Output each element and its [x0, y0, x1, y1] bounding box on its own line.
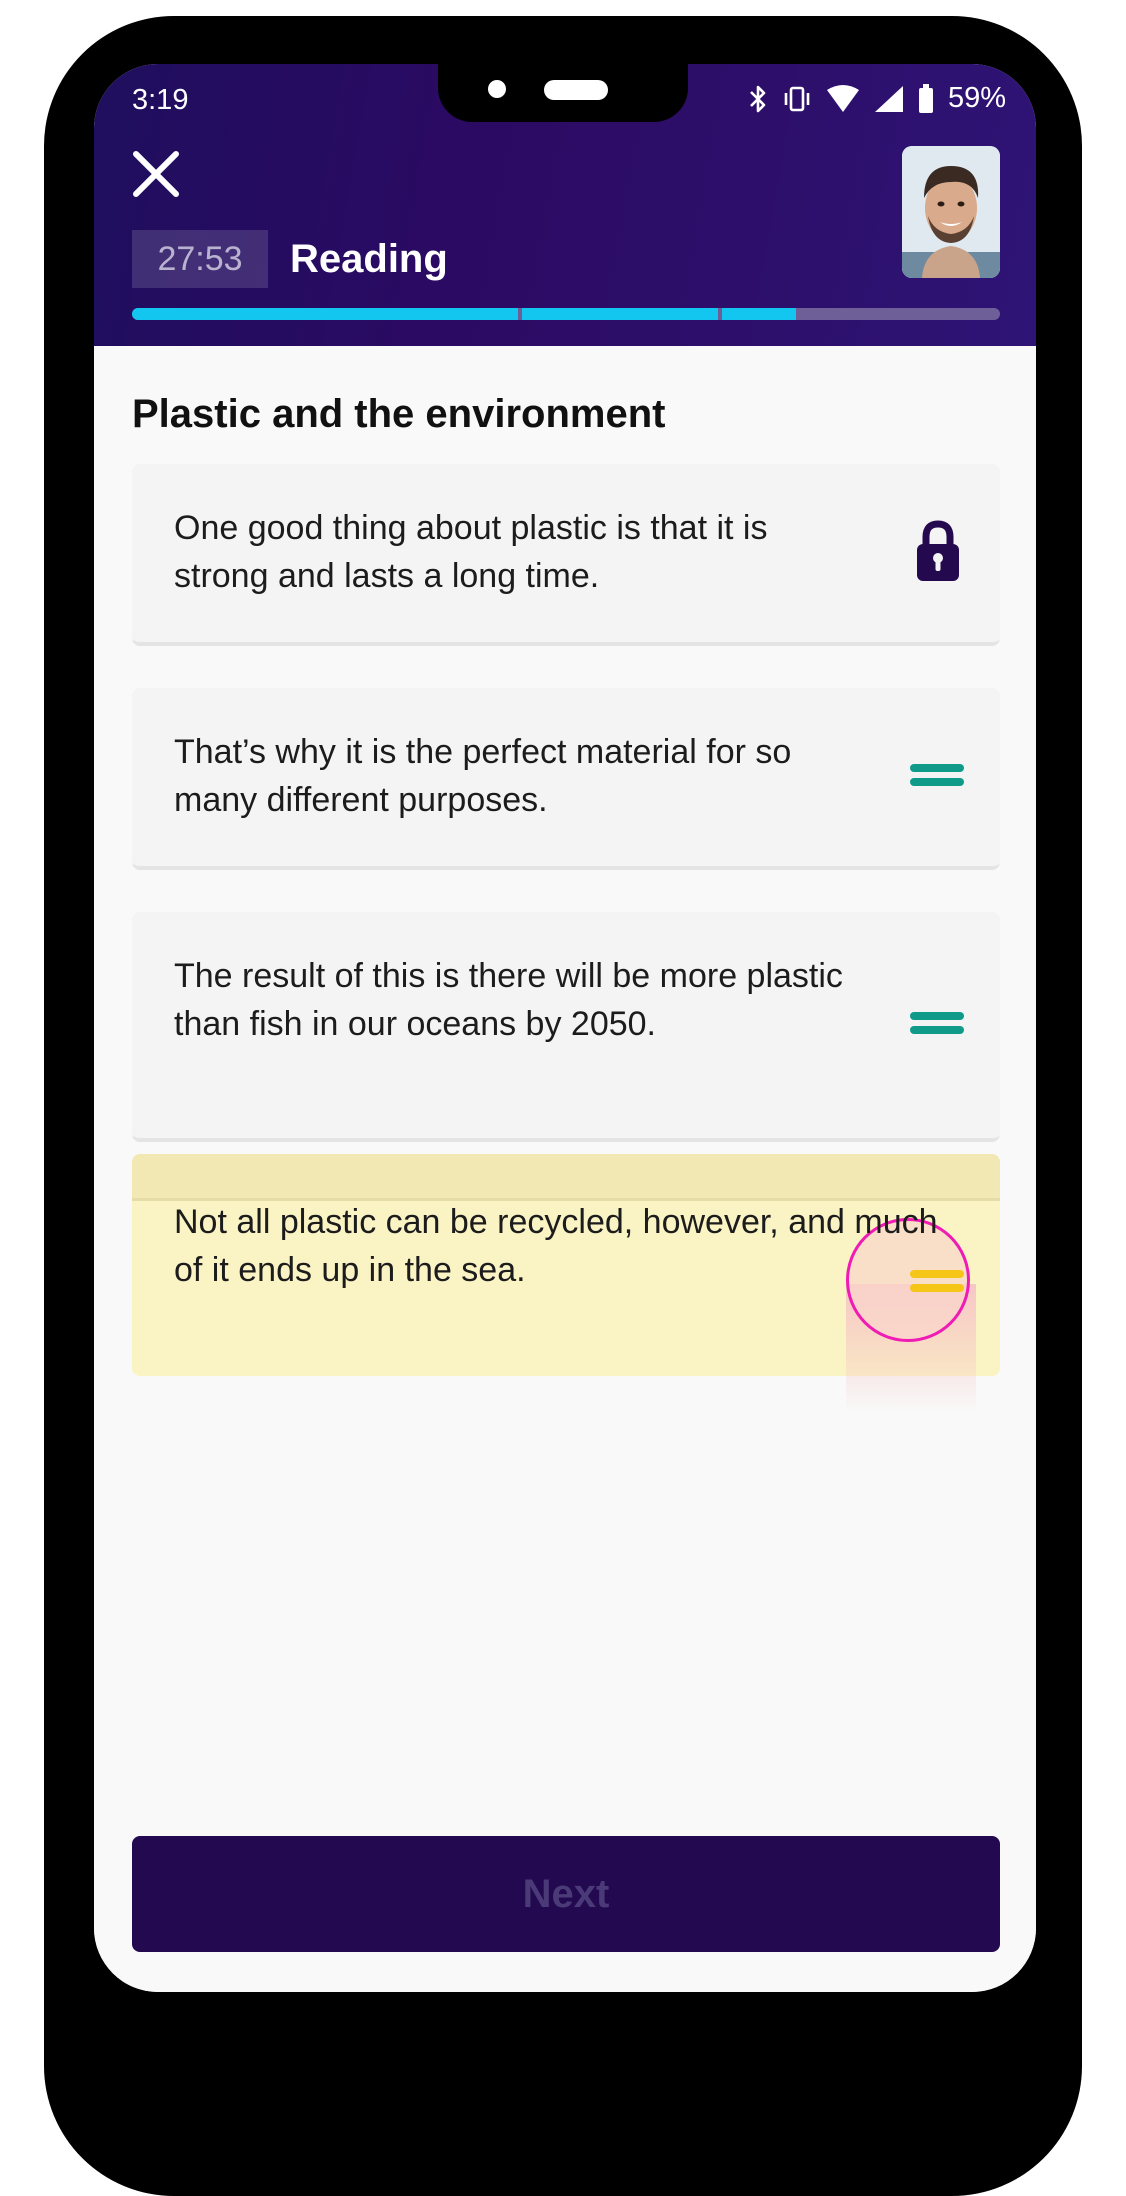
- bluetooth-icon: [750, 85, 766, 112]
- battery-icon: [918, 83, 933, 113]
- sentence-card[interactable]: That’s why it is the perfect material fo…: [132, 688, 1000, 870]
- signal-icon: [874, 85, 903, 112]
- camera-notch: [438, 64, 688, 122]
- drop-placeholder: [132, 1154, 1000, 1201]
- close-icon[interactable]: [130, 148, 182, 200]
- status-icons: 59%: [748, 82, 1006, 115]
- avatar[interactable]: [902, 146, 1000, 278]
- progress-segment: [132, 308, 518, 320]
- sentence-card-locked: One good thing about plastic is that it …: [132, 464, 1000, 646]
- sentence-text-dragging: Not all plastic can be recycled, however…: [174, 1203, 938, 1289]
- phone-frame: 3:19 59% 27:53 Reading Plastic and the e…: [44, 16, 1082, 2196]
- phone-screen: 3:19 59% 27:53 Reading Plastic and the e…: [94, 64, 1036, 1992]
- wifi-icon: [826, 84, 859, 112]
- battery-percent: 59%: [947, 82, 1006, 114]
- countdown-timer: 27:53: [132, 230, 268, 288]
- header-bar: 3:19 59% 27:53 Reading: [94, 64, 1036, 346]
- sentence-text: One good thing about plastic is that it …: [174, 509, 768, 595]
- next-button[interactable]: Next: [132, 1836, 1000, 1952]
- sentence-text: The result of this is there will be more…: [174, 957, 843, 1043]
- vibrate-icon: [784, 86, 810, 111]
- camera-dot: [488, 80, 506, 98]
- passage-title: Plastic and the environment: [132, 392, 666, 436]
- speaker-pill: [544, 80, 608, 100]
- sentence-card[interactable]: The result of this is there will be more…: [132, 912, 1000, 1142]
- avatar-photo-icon: [902, 146, 1000, 278]
- status-time: 3:19: [132, 84, 189, 116]
- reading-content: Plastic and the environment One good thi…: [94, 346, 1036, 1992]
- drag-handle-icon[interactable]: [910, 1270, 964, 1292]
- progress-bar: [132, 308, 1000, 320]
- sentence-text: That’s why it is the perfect material fo…: [174, 733, 792, 819]
- drag-handle-icon[interactable]: [910, 764, 964, 786]
- progress-segment: [522, 308, 718, 320]
- section-title: Reading: [290, 237, 448, 281]
- drag-handle-icon[interactable]: [910, 1012, 964, 1034]
- progress-segment: [722, 308, 796, 320]
- lock-icon: [917, 520, 959, 581]
